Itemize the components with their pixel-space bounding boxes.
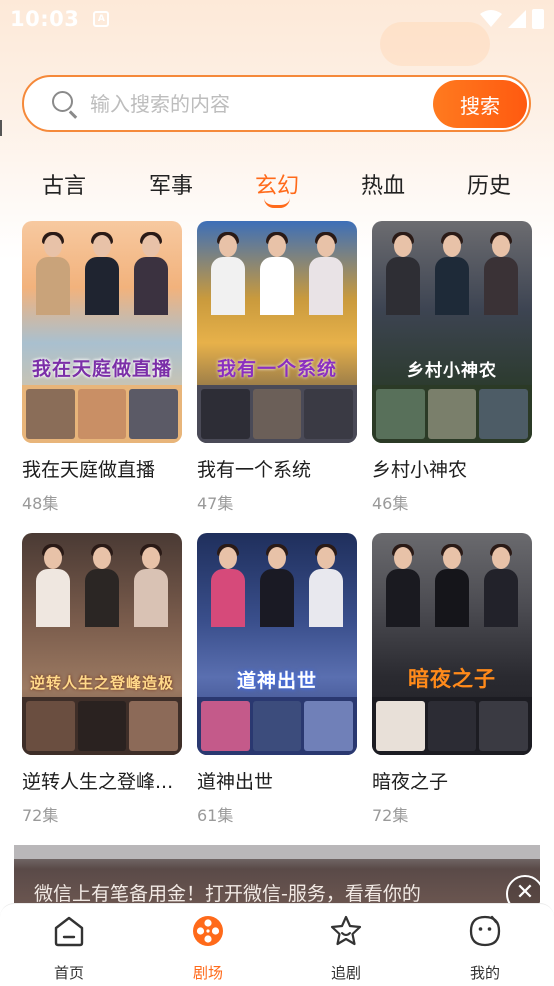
status-bar: 10:03 A	[0, 0, 554, 38]
drama-card[interactable]: 逆转人生之登峰造极 逆转人生之登峰... 72集	[22, 533, 182, 826]
episode-count: 48集	[22, 494, 59, 513]
tab-label: 军事	[148, 174, 194, 199]
drama-card[interactable]: 乡村小神农 乡村小神农 46集	[372, 221, 532, 514]
category-tabs: 古言 军事 玄幻 热血 历史	[0, 160, 554, 208]
ad-banner-top	[14, 845, 540, 859]
wifi-icon	[480, 10, 502, 27]
drama-poster: 乡村小神农	[372, 221, 532, 443]
poster-title-text: 道神出世	[236, 670, 317, 692]
drama-card[interactable]: 暗夜之子 暗夜之子 72集	[372, 533, 532, 826]
ad-banner[interactable]: 微信上有笔备用金！打开微信-服务，看看你的 ✕	[14, 845, 540, 905]
status-time: 10:03	[10, 7, 80, 31]
tab-guyan[interactable]: 古言	[42, 168, 86, 200]
nav-label: 首页	[53, 964, 84, 982]
tab-xuanhuan[interactable]: 玄幻	[254, 168, 300, 208]
search-icon	[50, 89, 80, 119]
nav-theater[interactable]: 剧场	[163, 914, 253, 983]
drama-poster: 逆转人生之登峰造极	[22, 533, 182, 755]
drama-poster: 道神出世	[197, 533, 357, 755]
poster-title-text: 我有一个系统	[216, 358, 337, 380]
star-icon	[330, 915, 362, 946]
notification-app-icon: A	[93, 11, 110, 27]
edge-marker	[0, 120, 2, 136]
close-icon[interactable]: ✕	[506, 875, 540, 905]
home-icon	[54, 916, 84, 947]
tab-junshi[interactable]: 军事	[149, 168, 193, 200]
drama-title: 逆转人生之登峰...	[22, 771, 174, 793]
tab-rexue[interactable]: 热血	[361, 168, 405, 200]
episode-count: 72集	[372, 806, 409, 825]
nav-home[interactable]: 首页	[24, 914, 114, 983]
tab-label: 热血	[360, 174, 406, 199]
episode-count: 72集	[22, 806, 59, 825]
drama-card[interactable]: 道神出世 道神出世 61集	[197, 533, 357, 826]
drama-title: 乡村小神农	[372, 459, 468, 481]
drama-card[interactable]: 我有一个系统 我有一个系统 47集	[197, 221, 357, 514]
nav-label: 剧场	[192, 964, 223, 982]
episode-count: 46集	[372, 494, 409, 513]
poster-title-text: 暗夜之子	[408, 667, 496, 691]
drama-title: 我有一个系统	[197, 459, 312, 481]
film-reel-icon	[193, 916, 223, 946]
signal-icon	[508, 10, 526, 28]
drama-poster: 暗夜之子	[372, 533, 532, 755]
episode-count: 47集	[197, 494, 234, 513]
active-tab-indicator	[263, 198, 290, 208]
poster-title-text: 逆转人生之登峰造极	[29, 674, 174, 692]
battery-icon	[532, 9, 544, 29]
drama-title: 暗夜之子	[372, 771, 449, 793]
nav-label: 我的	[469, 964, 500, 982]
drama-title: 我在天庭做直播	[22, 459, 156, 481]
ad-text: 微信上有笔备用金！打开微信-服务，看看你的	[34, 883, 421, 905]
status-indicators	[480, 9, 544, 29]
search-bar[interactable]: 搜索	[22, 75, 531, 132]
drama-poster: 我在天庭做直播	[22, 221, 182, 443]
nav-label: 追剧	[330, 964, 361, 982]
profile-face-icon	[469, 915, 501, 947]
nav-following[interactable]: 追剧	[301, 914, 391, 983]
bottom-nav: 首页 剧场 追剧 我的	[0, 903, 554, 986]
drama-card[interactable]: 我在天庭做直播 我在天庭做直播 48集	[22, 221, 182, 514]
tab-label: 历史	[466, 174, 512, 199]
tab-label: 玄幻	[254, 174, 300, 199]
drama-title: 道神出世	[197, 771, 274, 793]
tab-label: 古言	[41, 174, 87, 199]
poster-title-text: 乡村小神农	[407, 361, 497, 381]
poster-title-text: 我在天庭做直播	[31, 358, 172, 380]
nav-mine[interactable]: 我的	[440, 914, 530, 983]
tab-lishi[interactable]: 历史	[467, 168, 511, 200]
search-button[interactable]: 搜索	[433, 80, 527, 128]
episode-count: 61集	[197, 806, 234, 825]
drama-poster: 我有一个系统	[197, 221, 357, 443]
